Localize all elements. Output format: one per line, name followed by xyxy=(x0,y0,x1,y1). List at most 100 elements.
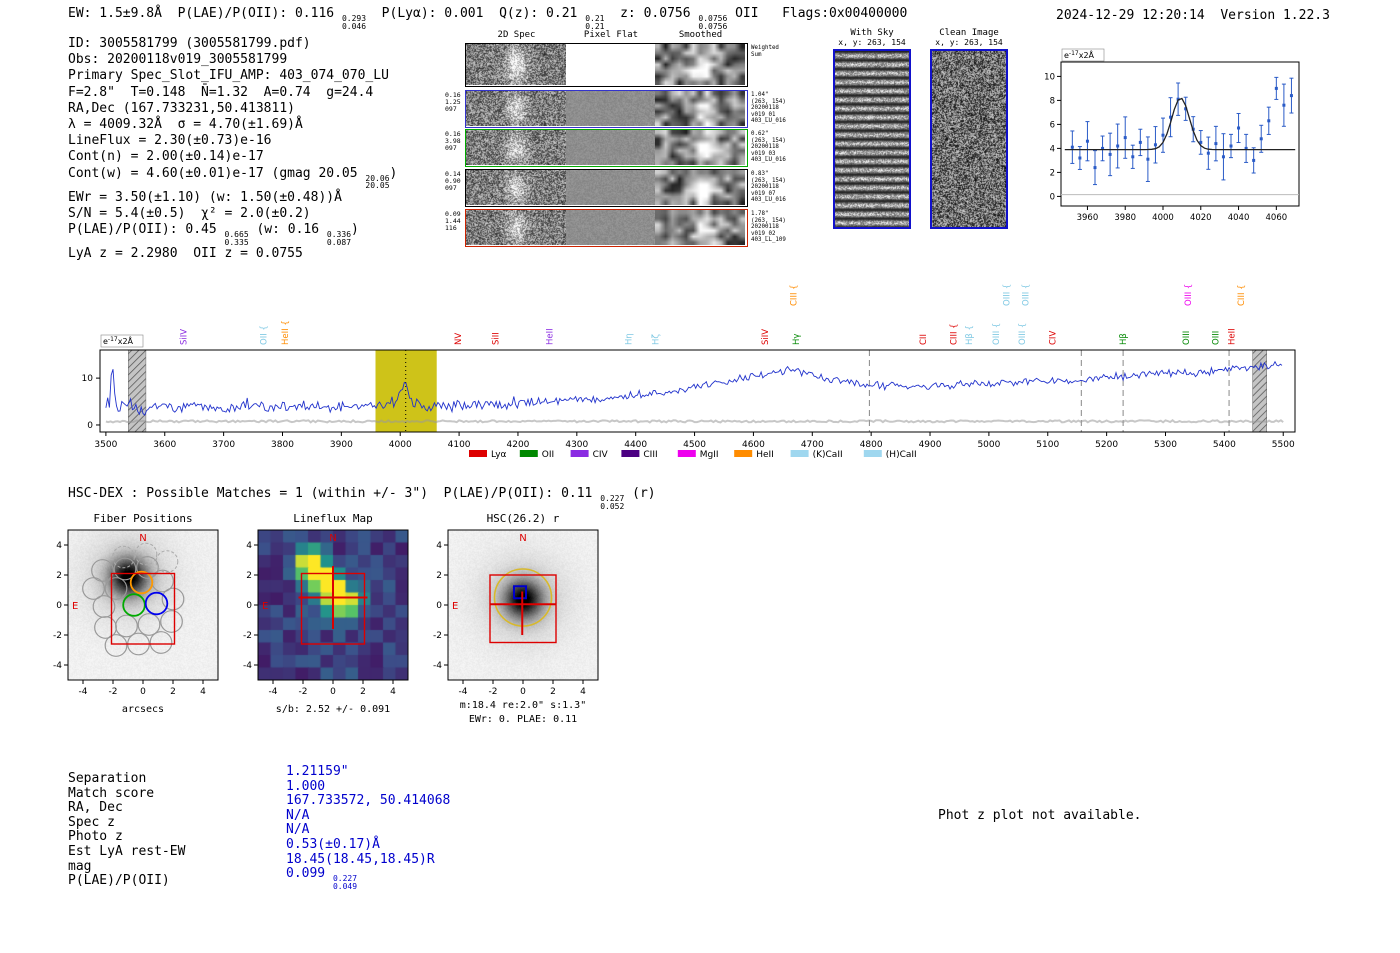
spec2d-row-annotation: 1.04"(263, 154)20200118v019_01403_LU_016 xyxy=(751,92,803,125)
info-line: F=2.8" T=0.148 N̄=1.32 A=0.74 g=24.4 xyxy=(68,85,397,101)
match-table-row: RA, Dec167.733572, 50.414068 xyxy=(68,801,450,816)
svg-text:-4: -4 xyxy=(459,687,468,697)
legend-item-label: (H)CaII xyxy=(886,450,917,460)
svg-text:-2: -2 xyxy=(109,687,118,697)
spec2d-row-scale-labels: 0.140.90097 xyxy=(445,171,464,192)
match-field-value: N/A xyxy=(286,822,309,837)
svg-text:4900: 4900 xyxy=(919,440,942,450)
svg-text:0: 0 xyxy=(1050,192,1055,202)
emission-line-label: Hβ { xyxy=(965,325,975,345)
lineflux-map-panel: Lineflux Map -4-4-2-2002244NE s/b: 2.52 … xyxy=(220,508,430,740)
info-line: Cont(n) = 2.00(±0.14)e-17 xyxy=(68,149,397,165)
info-line: Obs: 20200118v019_3005581799 xyxy=(68,52,397,68)
with-sky-image xyxy=(833,49,911,229)
match-field-value: 167.733572, 50.414068 xyxy=(286,793,450,808)
svg-text:N: N xyxy=(139,533,146,544)
svg-text:0: 0 xyxy=(140,687,146,697)
svg-text:4: 4 xyxy=(200,687,206,697)
emission-line-label: Hβ xyxy=(1119,333,1129,345)
svg-text:0: 0 xyxy=(246,601,252,611)
svg-text:4040: 4040 xyxy=(1228,213,1250,223)
info-line: λ = 4009.32Å σ = 4.70(±1.69)Å xyxy=(68,117,397,133)
svg-text:-4: -4 xyxy=(79,687,88,697)
svg-text:4: 4 xyxy=(246,541,252,551)
emission-line-label: CIII { xyxy=(790,284,800,306)
svg-text:5200: 5200 xyxy=(1095,440,1118,450)
svg-text:4020: 4020 xyxy=(1190,213,1212,223)
emission-line-label: CII xyxy=(919,334,929,345)
match-field-value: 18.45(18.45,18.45)R xyxy=(286,852,435,867)
spec2d-column-header: Pixel Flat xyxy=(584,30,638,40)
svg-text:3800: 3800 xyxy=(271,440,294,450)
svg-text:5000: 5000 xyxy=(977,440,1000,450)
summary-stats-line: EW: 1.5±9.8Å P(LAE)/P(OII): 0.116 0.2930… xyxy=(68,6,907,30)
fiber-positions-xlabel: arcsecs xyxy=(48,704,238,715)
photz-unavailable-note: Phot z plot not available. xyxy=(938,808,1142,823)
spec2d-row xyxy=(465,169,748,207)
svg-text:4800: 4800 xyxy=(860,440,883,450)
svg-text:4000: 4000 xyxy=(389,440,412,450)
lineflux-sb-caption: s/b: 2.52 +/- 0.091 xyxy=(238,704,428,715)
legend-item-label: CIV xyxy=(593,450,609,460)
emission-line-label: HeII xyxy=(546,328,556,345)
spec2d-row xyxy=(465,90,748,128)
svg-text:4: 4 xyxy=(436,541,442,551)
hsc-match-summary-line: HSC-DEX : Possible Matches = 1 (within +… xyxy=(68,486,656,510)
full-spectrum-chart: 3500360037003800390040004100420043004400… xyxy=(60,280,1345,480)
svg-text:-4: -4 xyxy=(53,661,62,671)
match-field-value: 0.099 0.2270.049 xyxy=(286,866,357,881)
svg-text:2: 2 xyxy=(1050,168,1055,178)
match-field-label: Separation xyxy=(68,772,286,787)
svg-text:3980: 3980 xyxy=(1114,213,1136,223)
svg-text:0: 0 xyxy=(520,687,526,697)
info-line: S/N = 5.4(±0.5) χ² = 2.0(±0.2) xyxy=(68,206,397,222)
match-table-row: Spec zN/A xyxy=(68,816,450,831)
match-field-label: RA, Dec xyxy=(68,801,286,816)
legend-item-label: HeII xyxy=(756,450,774,460)
spec2d-row-annotation: WeightedSum xyxy=(751,45,803,58)
svg-text:2: 2 xyxy=(360,687,366,697)
hsc-cutout-panel: HSC(26.2) r -4-4-2-2002244NE m:18.4 re:2… xyxy=(410,508,620,740)
svg-text:4200: 4200 xyxy=(507,440,530,450)
match-table-row: Separation1.21159" xyxy=(68,772,450,787)
svg-text:N: N xyxy=(329,533,336,544)
spec2d-row-annotation: 0.62"(263, 154)20200118v019_03403_LU_016 xyxy=(751,131,803,164)
svg-text:4400: 4400 xyxy=(624,440,647,450)
svg-text:4000: 4000 xyxy=(1152,213,1174,223)
emission-line-label: SiIV xyxy=(761,329,771,345)
svg-text:0: 0 xyxy=(330,687,336,697)
legend-item-label: MgII xyxy=(700,450,719,460)
svg-text:3700: 3700 xyxy=(212,440,235,450)
match-field-label: Est LyA rest-EW xyxy=(68,845,286,860)
spec2d-row-scale-labels: 0.163.98097 xyxy=(445,131,464,152)
legend-item-label: Lyα xyxy=(491,450,507,460)
svg-text:5400: 5400 xyxy=(1213,440,1236,450)
svg-text:10: 10 xyxy=(1044,72,1055,82)
match-table-row: mag18.45(18.45,18.45)R xyxy=(68,860,450,875)
clean-image-title: Clean Image xyxy=(927,28,1011,38)
svg-text:4500: 4500 xyxy=(683,440,706,450)
svg-text:4600: 4600 xyxy=(742,440,765,450)
info-line: Primary Spec_Slot_IFU_AMP: 403_074_070_L… xyxy=(68,68,397,84)
match-field-label: Photo z xyxy=(68,830,286,845)
svg-text:4: 4 xyxy=(390,687,396,697)
svg-text:-4: -4 xyxy=(269,687,278,697)
svg-text:E: E xyxy=(262,601,268,612)
info-line: EWr = 3.50(±1.10) (w: 1.50(±0.48))Å xyxy=(68,190,397,206)
svg-text:-2: -2 xyxy=(243,631,252,641)
hsc-ewr-plae-caption: EWr: 0. PLAE: 0.11 xyxy=(428,714,618,725)
match-field-value: 1.21159" xyxy=(286,764,349,779)
with-sky-title: With Sky xyxy=(830,28,914,38)
svg-text:e-17x2Å: e-17x2Å xyxy=(1064,49,1095,60)
spec2d-row xyxy=(465,43,748,87)
svg-text:3600: 3600 xyxy=(153,440,176,450)
spec2d-row xyxy=(465,129,748,167)
clean-image-coords: x, y: 263, 154 xyxy=(927,38,1011,47)
svg-text:0: 0 xyxy=(56,601,62,611)
legend-item-label: (K)CaII xyxy=(813,450,843,460)
svg-text:0: 0 xyxy=(87,421,93,431)
spec2d-column-header: Smoothed xyxy=(679,30,722,40)
legend-item-label: CIII xyxy=(643,450,657,460)
emission-line-label: OIII { xyxy=(1021,284,1031,306)
with-sky-coords: x, y: 263, 154 xyxy=(830,38,914,47)
